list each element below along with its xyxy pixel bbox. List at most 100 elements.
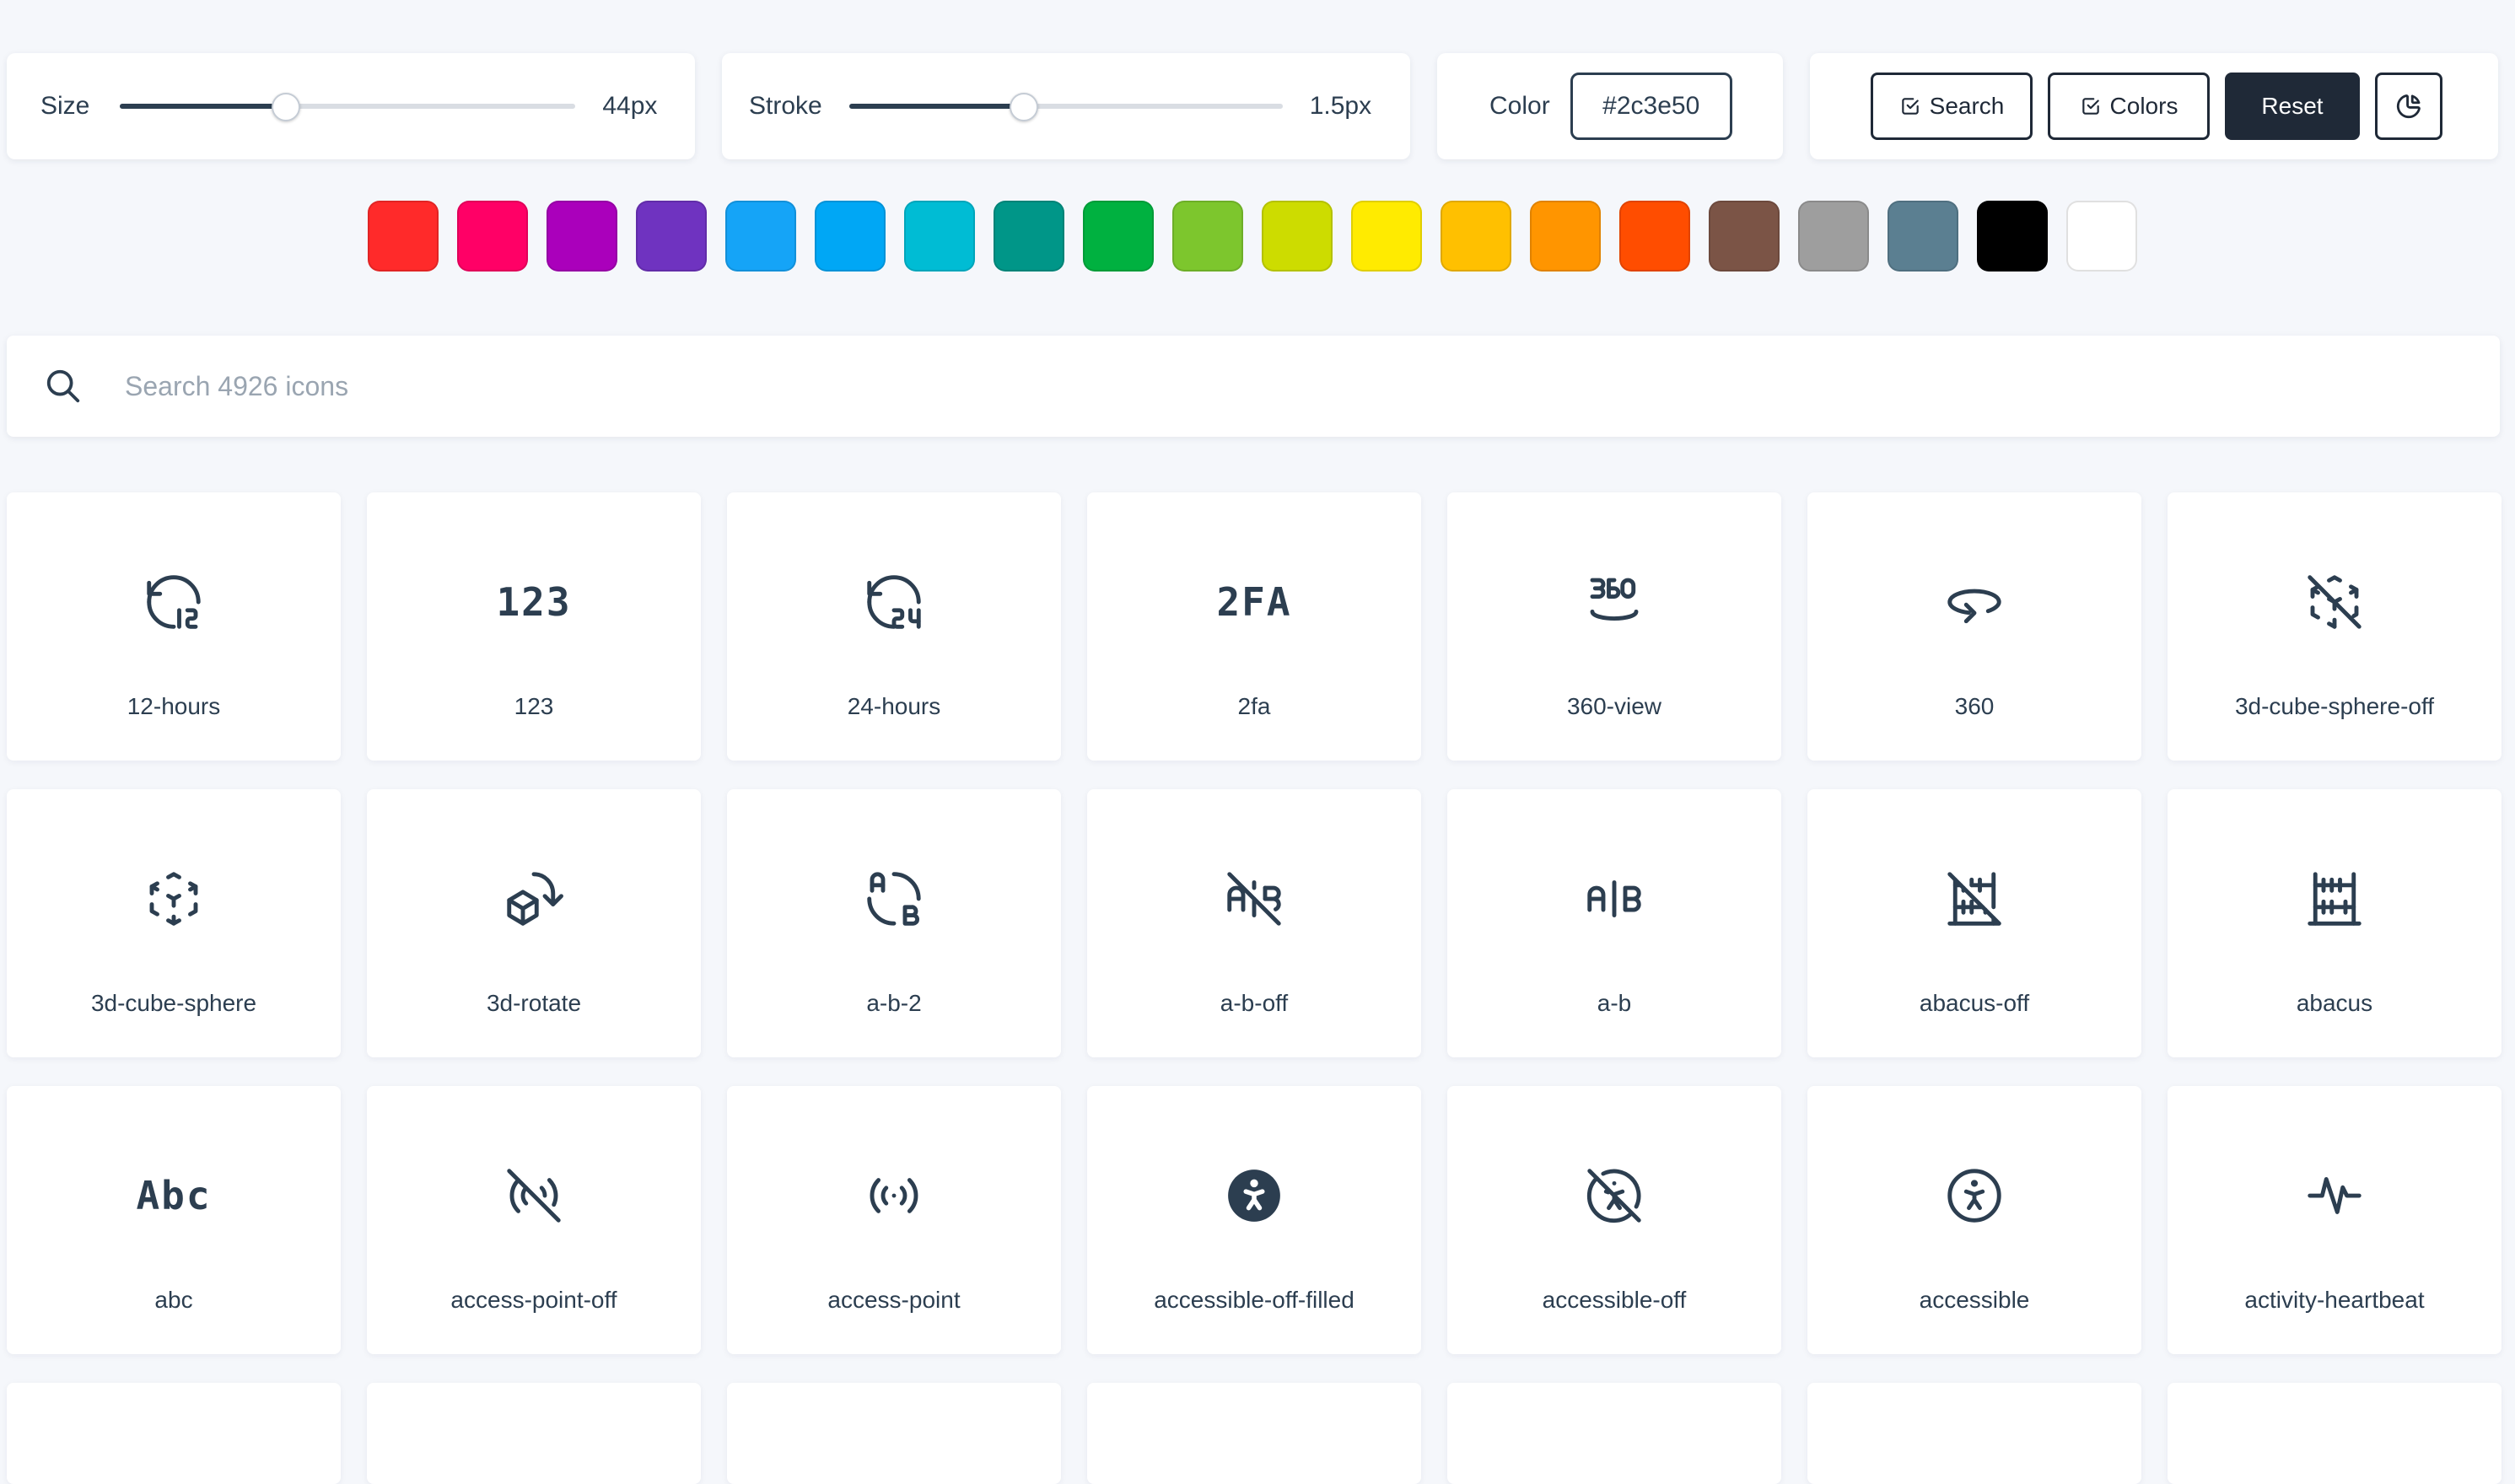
icon-name: 3d-rotate [486,990,582,1016]
icon-name: access-point [827,1287,961,1313]
color-swatch[interactable] [1083,201,1154,272]
icon-tile[interactable]: 2FA 2fa [1087,492,1421,761]
icon-tile[interactable]: 3d-rotate [367,789,701,1057]
icon-tile[interactable]: 123 123 [367,492,701,761]
color-swatch[interactable] [994,201,1064,272]
icon-name: a-b-off [1220,990,1289,1016]
stroke-slider[interactable] [848,89,1283,123]
icon-name: activity-heartbeat [2244,1287,2425,1313]
numbers-123-icon: 123 [496,569,569,635]
color-swatch[interactable] [1530,201,1601,272]
color-swatch[interactable] [1977,201,2048,272]
icon-name: accessible-off-filled [1154,1287,1354,1313]
color-swatch[interactable] [815,201,886,272]
icon-tile[interactable] [367,1383,701,1484]
color-input[interactable]: #2c3e50 [1570,73,1732,140]
size-value: 44px [602,92,658,120]
reset-button[interactable]: Reset [2225,73,2360,140]
icon-name: abc [154,1287,193,1313]
icon-tile[interactable] [2168,1383,2502,1484]
icon-tile[interactable] [1447,1383,1781,1484]
a-b-icon [1581,866,1647,932]
icon-tile[interactable]: accessible-off-filled [1087,1086,1421,1354]
icon-tile[interactable]: a-b-2 [727,789,1061,1057]
icon-tile[interactable]: 3d-cube-sphere-off [2168,492,2502,761]
color-swatch[interactable] [725,201,796,272]
icon-name: 3d-cube-sphere [90,990,257,1016]
colors-toggle-label: Colors [2109,93,2178,119]
icon-tile[interactable]: 360-view [1447,492,1781,761]
icon-tile[interactable]: abacus [2168,789,2502,1057]
color-swatch[interactable] [1619,201,1690,272]
color-swatch[interactable] [368,201,439,272]
accessible-off-filled-icon [1221,1163,1287,1229]
color-swatch[interactable] [1441,201,1511,272]
icon-browser: Size 44px Stroke 1.5px Color #2c3e50 Sea… [0,0,2515,1484]
color-swatches [368,201,2137,272]
pie-chart-icon [2396,94,2421,119]
color-swatch[interactable] [547,201,617,272]
icon-name: 123 [514,693,554,719]
icon-name: abacus [2296,990,2373,1016]
size-slider[interactable] [120,89,576,123]
color-swatch[interactable] [1262,201,1333,272]
search-input[interactable] [123,369,2319,403]
icon-tile[interactable]: accessible-off [1447,1086,1781,1354]
icon-tile[interactable] [727,1383,1061,1484]
icon-tile[interactable]: activity-heartbeat [2168,1086,2502,1354]
icon-tile[interactable] [1807,1383,2141,1484]
color-swatch[interactable] [1351,201,1422,272]
icon-name: access-point-off [450,1287,617,1313]
rotate-3d-icon [501,866,567,932]
size-slider-thumb[interactable] [271,93,300,121]
cube-sphere-icon [141,866,207,932]
clock-24-icon [861,569,927,635]
cube-sphere-off-icon [2302,569,2367,635]
accessible-icon [1941,1163,2007,1229]
icon-tile[interactable]: a-b [1447,789,1781,1057]
clock-12-icon [141,569,207,635]
icon-tile[interactable]: access-point [727,1086,1061,1354]
icon-tile[interactable]: accessible [1807,1086,2141,1354]
icon-name: a-b [1597,990,1632,1016]
icon-name: 24-hours [847,693,941,719]
stroke-slider-thumb[interactable] [1010,93,1039,121]
color-swatch[interactable] [2066,201,2137,272]
color-swatch[interactable] [1709,201,1780,272]
color-swatch[interactable] [904,201,975,272]
icon-name: abacus-off [1919,990,2030,1016]
icon-name: 360 [1954,693,1995,719]
search-bar [7,336,2500,437]
icon-grid: 12-hours 123 123 24-hours 2FA 2fa 360-view 360 3… [7,492,2502,1484]
icon-name: 2fa [1237,693,1271,719]
icon-tile[interactable]: 360 [1807,492,2141,761]
stroke-control: Stroke 1.5px [722,53,1410,159]
icon-tile[interactable]: 3d-cube-sphere [7,789,341,1057]
icon-tile[interactable]: access-point-off [367,1086,701,1354]
colors-toggle-button[interactable]: Colors [2048,73,2210,140]
icon-tile[interactable] [7,1383,341,1484]
icon-name: accessible [1919,1287,2030,1313]
icon-name: 360-view [1566,693,1662,719]
color-swatch[interactable] [457,201,528,272]
accessible-off-icon [1581,1163,1647,1229]
icon-name: 3d-cube-sphere-off [2234,693,2435,719]
icon-tile[interactable]: 12-hours [7,492,341,761]
color-swatch[interactable] [1172,201,1243,272]
color-swatch[interactable] [636,201,707,272]
icon-tile[interactable]: a-b-off [1087,789,1421,1057]
icon-tile[interactable]: Abc abc [7,1086,341,1354]
access-point-icon [861,1163,927,1229]
icon-tile[interactable] [1087,1383,1421,1484]
search-toggle-button[interactable]: Search [1871,73,2033,140]
color-swatch[interactable] [1798,201,1869,272]
theme-toggle-button[interactable] [2375,73,2442,140]
abacus-off-icon [1941,866,2007,932]
icon-tile[interactable]: 24-hours [727,492,1061,761]
icon-tile[interactable]: abacus-off [1807,789,2141,1057]
actions-bar: Search Colors Reset [1810,53,2498,159]
color-control: Color #2c3e50 [1437,53,1783,159]
color-swatch[interactable] [1888,201,1958,272]
reset-label: Reset [2261,93,2324,119]
size-control: Size 44px [7,53,695,159]
